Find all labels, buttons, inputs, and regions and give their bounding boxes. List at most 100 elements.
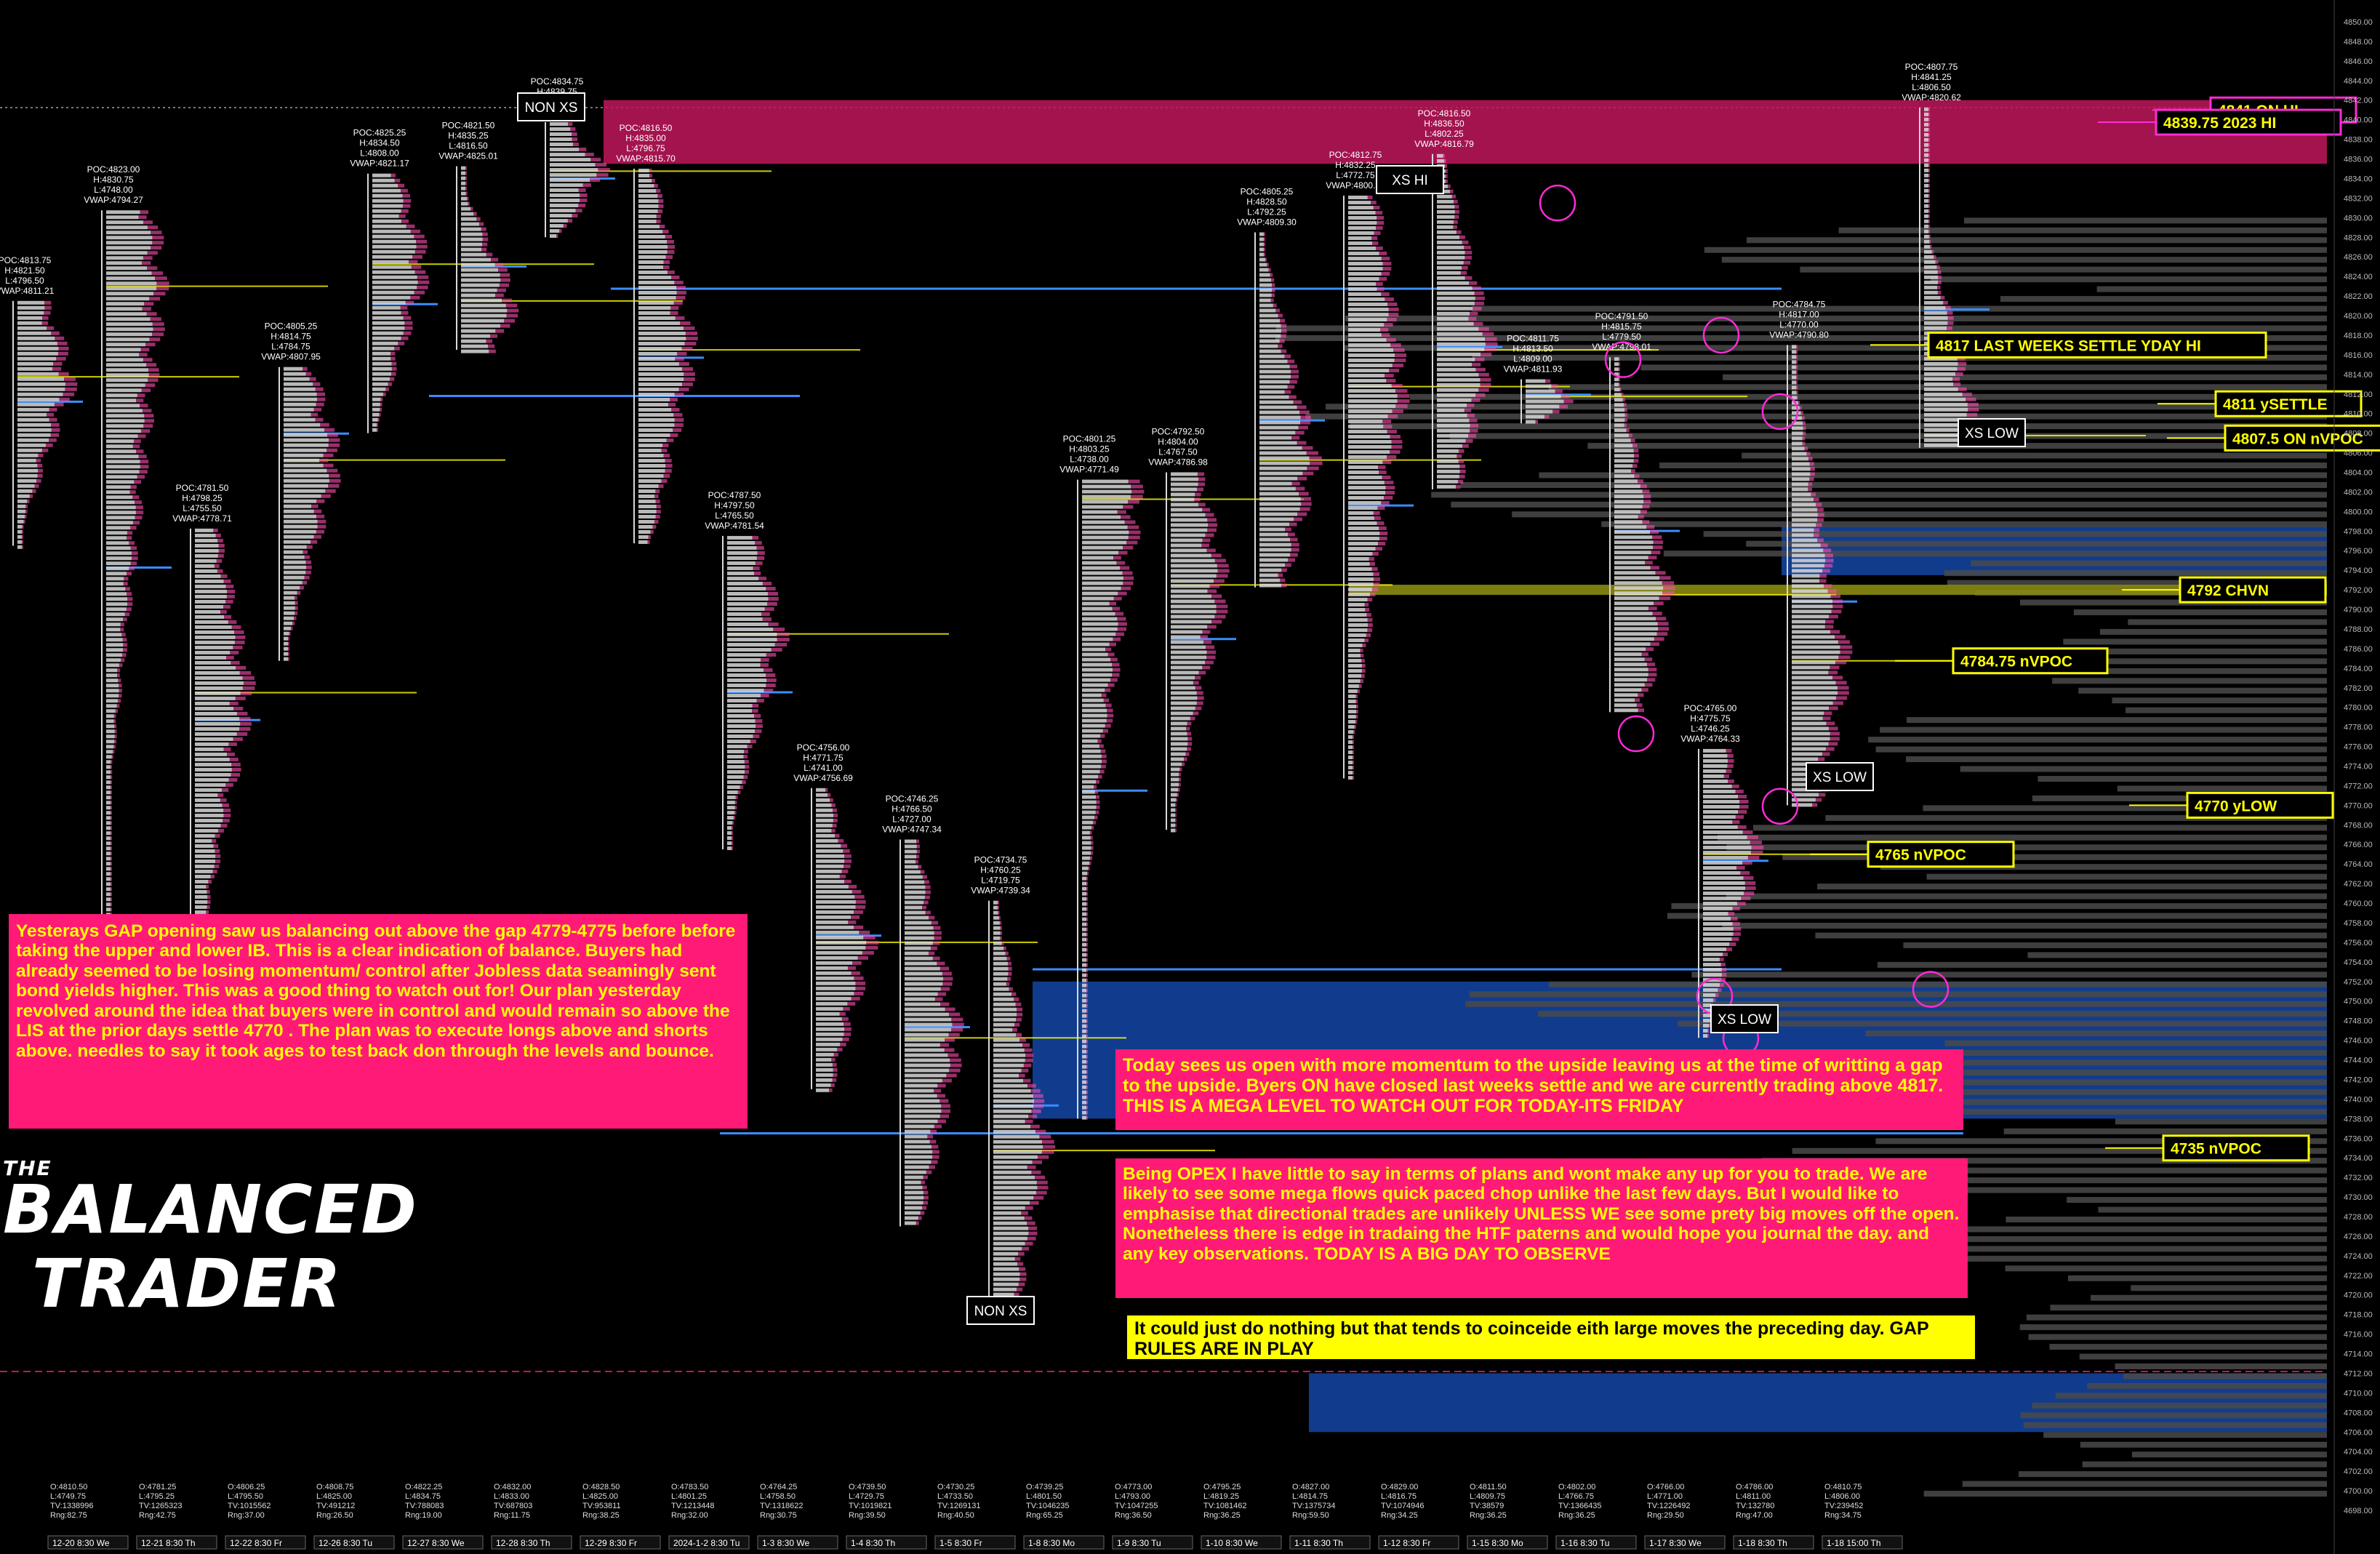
volume-row — [145, 343, 156, 347]
tpo-row — [1792, 508, 1818, 512]
tpo-row — [1792, 655, 1839, 660]
tpo-row — [1437, 433, 1469, 438]
tpo-row — [727, 663, 761, 668]
composite-volume-bar — [1903, 942, 2327, 948]
volume-row — [1030, 1201, 1039, 1205]
tpo-row — [1348, 567, 1372, 572]
volume-row — [206, 884, 209, 889]
tpo-row — [106, 709, 116, 713]
tpo-row — [638, 525, 653, 529]
tpo-row — [106, 307, 143, 311]
volume-row — [932, 941, 940, 945]
volume-row — [156, 281, 169, 286]
volume-row — [1796, 396, 1798, 400]
volume-row — [998, 905, 999, 910]
volume-row — [1648, 606, 1657, 611]
tpo-row — [993, 1134, 1040, 1139]
composite-volume-bar — [1671, 903, 2327, 910]
tpo-row — [106, 434, 138, 438]
volume-row — [1289, 395, 1297, 399]
tpo-row — [195, 711, 237, 716]
session-summary-stat: Rng:36.25 — [1558, 1511, 1595, 1520]
tpo-row — [461, 242, 483, 247]
session-summary-stat: O:4783.50 — [671, 1483, 708, 1491]
volume-row — [1357, 689, 1360, 694]
tpo-row — [1348, 211, 1376, 215]
volume-row — [1197, 696, 1204, 700]
tpo-row — [1792, 716, 1823, 721]
volume-row — [236, 665, 247, 670]
volume-row — [833, 1068, 838, 1072]
volume-row — [761, 694, 769, 698]
volume-row — [329, 478, 341, 483]
composite-volume-bar — [1875, 746, 2327, 753]
volume-row — [1808, 457, 1813, 461]
tpo-row — [550, 132, 572, 137]
volume-row — [1008, 972, 1012, 976]
tpo-row — [993, 1216, 1025, 1220]
volume-row — [465, 166, 467, 170]
volume-row — [1195, 676, 1201, 680]
composite-volume-bar — [1923, 1491, 2327, 1497]
tpo-row — [1171, 604, 1217, 609]
tpo-row — [1924, 326, 1947, 330]
tpo-row — [1614, 668, 1648, 672]
volume-row — [1835, 696, 1848, 700]
volume-row — [317, 519, 326, 524]
volume-row — [1086, 1044, 1088, 1049]
session-summary-stat: TV:38579 — [1470, 1502, 1504, 1510]
tpo-row — [17, 545, 22, 549]
tpo-row — [1171, 477, 1198, 481]
volume-row — [1938, 275, 1942, 279]
volume-row — [36, 458, 41, 462]
tpo-row — [1259, 497, 1301, 501]
volume-row — [1198, 502, 1206, 507]
volume-row — [925, 890, 931, 894]
tpo-row — [727, 638, 777, 642]
volume-row — [217, 569, 223, 573]
volume-row — [1728, 779, 1734, 783]
tpo-row — [461, 319, 505, 323]
volume-row — [144, 302, 154, 306]
tpo-row — [1437, 230, 1457, 234]
volume-row — [922, 905, 927, 910]
volume-row — [1814, 497, 1819, 502]
volume-row — [1644, 657, 1653, 662]
volume-row — [652, 179, 655, 183]
volume-row — [1008, 966, 1012, 971]
volume-row — [1454, 204, 1459, 209]
volume-row — [1812, 803, 1818, 807]
volume-row — [220, 574, 228, 578]
tpo-row — [106, 846, 111, 851]
tpo-row — [1082, 841, 1091, 845]
tpo-row — [17, 489, 33, 493]
tpo-row — [1082, 993, 1086, 998]
volume-row — [674, 281, 684, 285]
volume-row — [1473, 306, 1482, 311]
tpo-row — [1703, 891, 1744, 895]
tpo-row — [461, 196, 468, 201]
session-summary-stat: Rng:11.75 — [494, 1511, 530, 1520]
volume-row — [1815, 798, 1822, 802]
tpo-row — [195, 737, 233, 741]
date-label: 12-20 8:30 We — [52, 1538, 110, 1548]
volume-row — [1631, 469, 1635, 473]
volume-row — [1175, 823, 1177, 828]
volume-row — [663, 474, 670, 478]
tpo-row — [284, 540, 311, 544]
tpo-row — [1082, 683, 1108, 687]
volume-row — [1628, 433, 1632, 438]
volume-row — [1397, 399, 1410, 404]
volume-row — [235, 696, 246, 700]
date-label: 12-28 8:30 Th — [496, 1538, 550, 1548]
volume-row — [1103, 698, 1110, 702]
tpo-row — [1792, 538, 1818, 542]
tpo-row — [1614, 383, 1619, 387]
tpo-row — [284, 463, 324, 468]
tpo-row — [727, 577, 759, 581]
volume-row — [1175, 818, 1177, 822]
tpo-row — [461, 288, 497, 292]
tpo-row — [1437, 281, 1470, 285]
volume-row — [940, 1002, 950, 1006]
tpo-row — [106, 246, 151, 250]
